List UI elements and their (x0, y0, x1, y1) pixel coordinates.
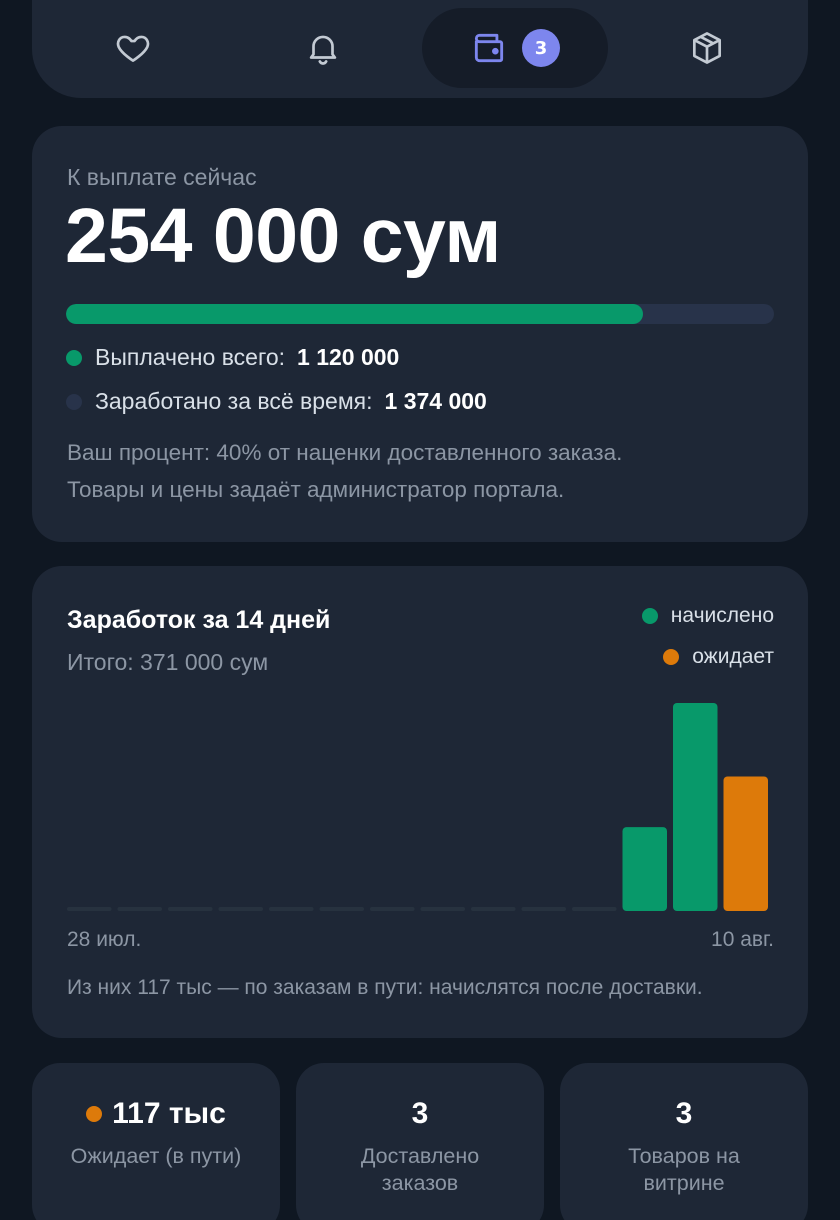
summary-products-value: 3 (675, 1097, 693, 1130)
bell-icon (309, 35, 337, 65)
chart-bar (218, 907, 263, 911)
chart-bar (67, 907, 112, 911)
summary-pending-value: 117 тыс (112, 1097, 226, 1130)
summary-delivered-caption: Доставлено заказов (360, 1144, 480, 1195)
earned-total-value: 1 374 000 (384, 388, 487, 414)
paid-total-line: Выплачено всего: 1 120 000 (66, 344, 399, 371)
payout-progress (66, 304, 774, 324)
heart-icon (116, 35, 150, 63)
chart-bar (572, 907, 617, 911)
summary-pending-caption: Ожидает (в пути) (70, 1144, 242, 1168)
chart-bar (269, 907, 314, 911)
summary-card-pending: 117 тыс Ожидает (в пути) (32, 1063, 280, 1220)
earnings-chart (67, 703, 768, 911)
chart-bar (319, 907, 364, 911)
notification-badge: 3 (522, 29, 560, 67)
chart-bar (673, 703, 718, 911)
x-axis-end-label: 10 авг. (711, 928, 774, 951)
tab-favorites[interactable] (40, 8, 226, 88)
chart-bar (622, 827, 667, 911)
gray-dot-icon (66, 393, 82, 410)
chart-bar (723, 776, 768, 911)
payout-progress-fill (66, 304, 644, 324)
tab-products[interactable] (614, 8, 800, 88)
chart-bar (168, 907, 213, 911)
chart-bar (521, 907, 566, 911)
commission-note: Ваш процент: 40% от наценки доставленног… (67, 440, 623, 465)
pricing-note: Товары и цены задаёт администратор порта… (67, 477, 565, 502)
summary-card-delivered: 3 Доставлено заказов (296, 1063, 544, 1220)
page: 3 К выплате сейчас 254 000 сум Выплачено… (0, 0, 840, 1220)
summary-card-products: 3 Товаров на витрине (560, 1063, 808, 1220)
paid-total-value: 1 120 000 (297, 344, 400, 370)
tab-wallet[interactable]: 3 (422, 8, 608, 88)
chart-bar (117, 907, 162, 911)
green-dot-icon (66, 349, 82, 366)
x-axis-start-label: 28 июл. (67, 928, 142, 951)
summary-pending-value-row: 117 тыс (32, 1097, 280, 1131)
payout-title: К выплате сейчас (67, 164, 257, 190)
paid-total-label: Выплачено всего: (95, 344, 286, 370)
chart-bar (370, 907, 415, 911)
earned-total-label: Заработано за всё время: (95, 388, 373, 414)
orange-dot-icon (86, 1106, 103, 1122)
chart-footnote: Из них 117 тыс — по заказам в пути: начи… (67, 976, 703, 999)
top-nav: 3 (32, 0, 808, 98)
wallet-icon (474, 33, 504, 63)
tab-notifications[interactable] (230, 8, 416, 88)
payout-card: К выплате сейчас 254 000 сум Выплачено в… (32, 126, 808, 542)
earned-total-line: Заработано за всё время: 1 374 000 (66, 388, 487, 415)
payout-amount: 254 000 сум (65, 193, 501, 279)
chart-bar (420, 907, 465, 911)
box-icon (692, 32, 722, 64)
summary-delivered-value: 3 (411, 1097, 429, 1130)
summary-products-caption: Товаров на витрине (628, 1144, 740, 1195)
chart-bar (471, 907, 516, 911)
earnings-card: Заработок за 14 дней Итого: 371 000 сум … (32, 566, 808, 1038)
